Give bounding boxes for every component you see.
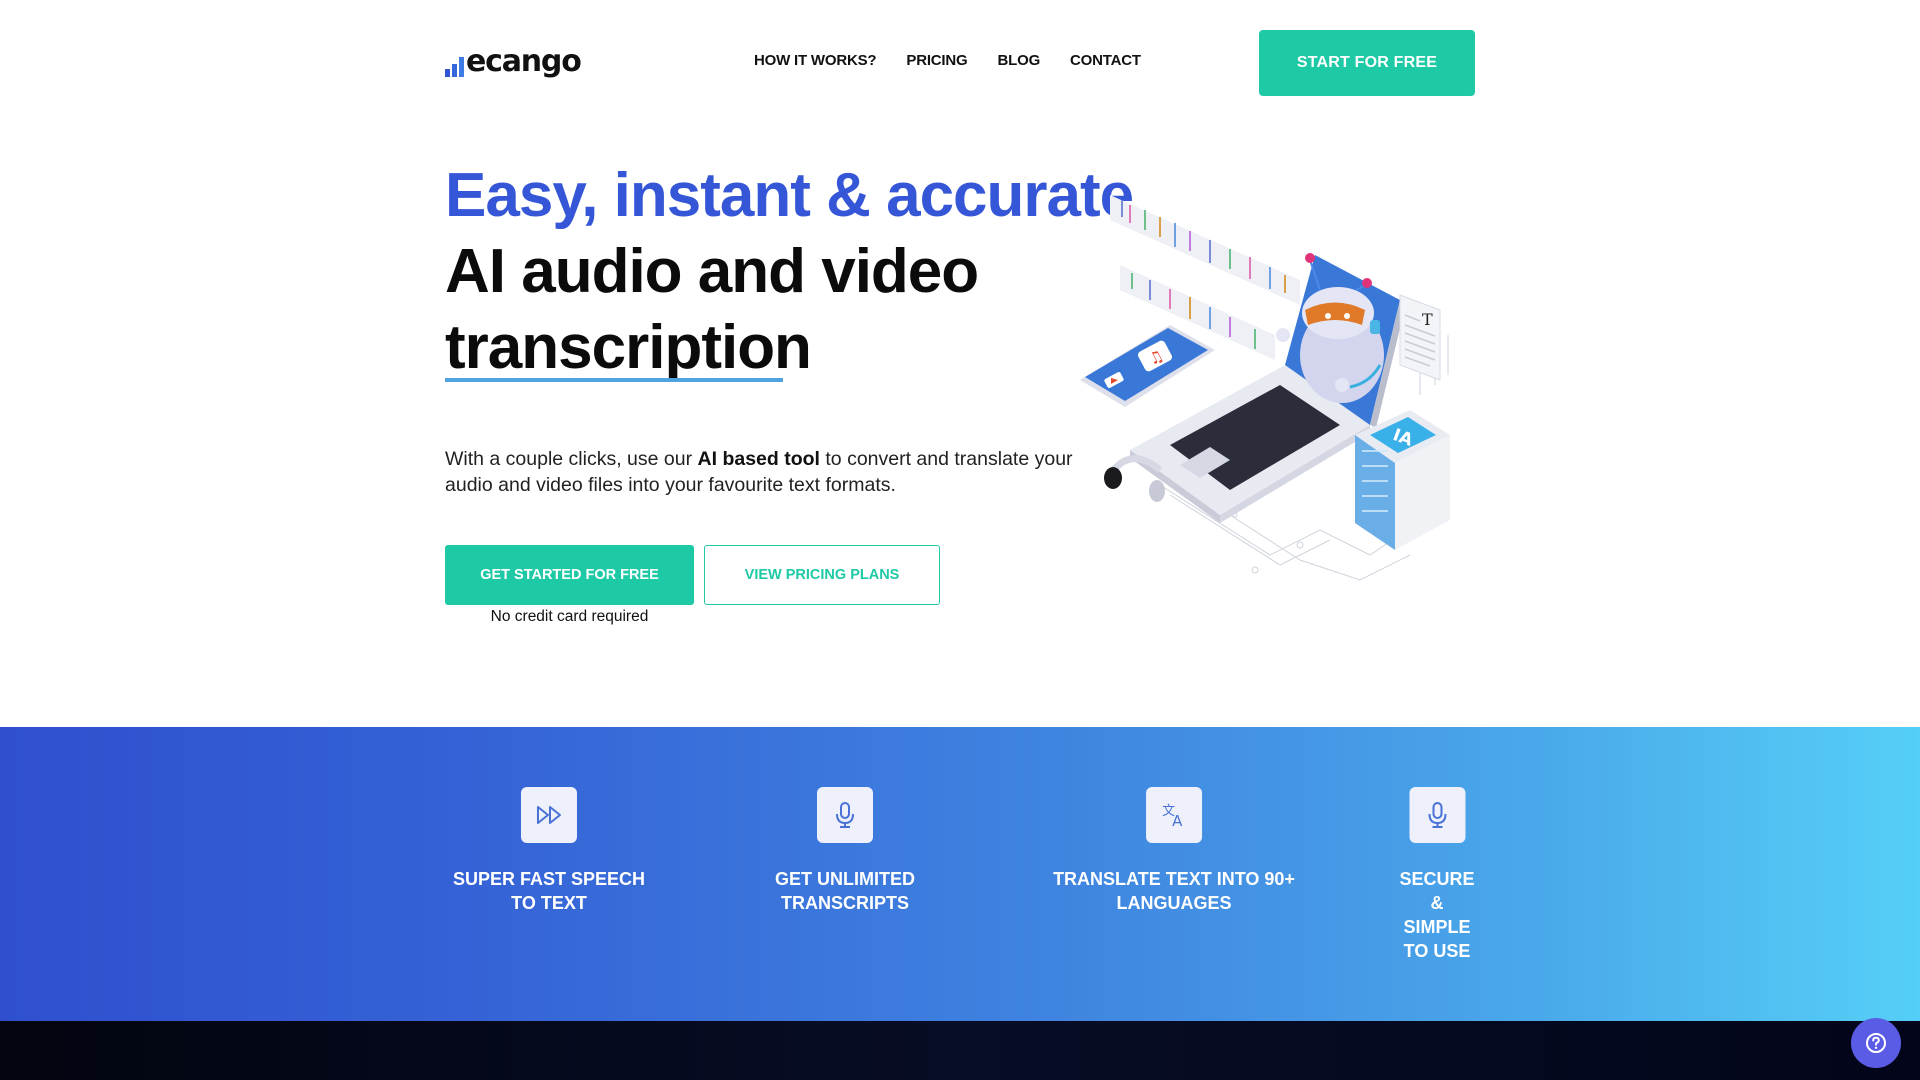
logo[interactable]: ecango	[445, 42, 582, 82]
title-underline	[445, 378, 783, 382]
question-circle-icon	[1866, 1033, 1886, 1053]
translate-icon: 文A	[1146, 787, 1202, 843]
feature-item: SECURE & SIMPLE TO USE	[1399, 787, 1475, 963]
hero-title-line3: transcription	[445, 313, 812, 382]
footer-dark-section	[0, 1021, 1920, 1080]
start-for-free-button[interactable]: START FOR FREE	[1259, 30, 1475, 96]
hero-title-line1: Easy, instant & accurate	[445, 161, 1134, 230]
feature-label: SECURE & SIMPLE TO USE	[1399, 869, 1475, 961]
ia-chip-icon: IA	[1355, 410, 1450, 550]
no-credit-card-note: No credit card required	[490, 608, 649, 625]
nav-pricing[interactable]: PRICING	[906, 52, 967, 69]
svg-text:A: A	[1172, 812, 1183, 829]
logo-bars-icon	[445, 57, 464, 82]
logo-text: ecango	[466, 44, 582, 79]
view-pricing-button[interactable]: VIEW PRICING PLANS	[704, 545, 940, 605]
hero-title-line2: AI audio and video	[445, 237, 979, 306]
desc-text-1: With a couple clicks, use our	[445, 448, 698, 470]
desc-bold: AI based tool	[697, 448, 820, 470]
feature-item: GET UNLIMITED TRANSCRIPTS	[775, 787, 915, 915]
help-button[interactable]	[1851, 1018, 1901, 1068]
hero-illustration: ♫ T IA	[1080, 195, 1450, 581]
nav-blog[interactable]: BLOG	[998, 52, 1041, 69]
features-band: SUPER FAST SPEECH TO TEXT GET UNLIMITED …	[0, 727, 1920, 1021]
feature-label: SUPER FAST SPEECH TO TEXT	[452, 869, 646, 913]
svg-text:T: T	[1422, 310, 1433, 329]
hero-title: Easy, instant & accurate AI audio and vi…	[445, 158, 1134, 386]
feature-item: SUPER FAST SPEECH TO TEXT	[453, 787, 645, 915]
fast-forward-icon	[520, 787, 577, 843]
feature-label: TRANSLATE TEXT INTO 90+ LANGUAGES	[1053, 869, 1295, 913]
main-nav: HOW IT WORKS? PRICING BLOG CONTACT	[754, 52, 1141, 69]
hero-description: With a couple clicks, use our AI based t…	[445, 446, 1085, 498]
headphones-icon	[1104, 455, 1165, 502]
feature-item: 文A TRANSLATE TEXT INTO 90+ LANGUAGES	[1053, 787, 1295, 915]
microphone-icon	[817, 787, 873, 843]
text-document-icon: T	[1399, 294, 1441, 381]
feature-label: GET UNLIMITED TRANSCRIPTS	[775, 869, 915, 913]
microphone-icon	[1408, 787, 1465, 843]
media-tablet-icon: ♫	[1080, 325, 1215, 407]
get-started-button[interactable]: GET STARTED FOR FREE	[445, 545, 694, 605]
nav-contact[interactable]: CONTACT	[1070, 52, 1141, 69]
nav-how-it-works[interactable]: HOW IT WORKS?	[754, 52, 877, 69]
